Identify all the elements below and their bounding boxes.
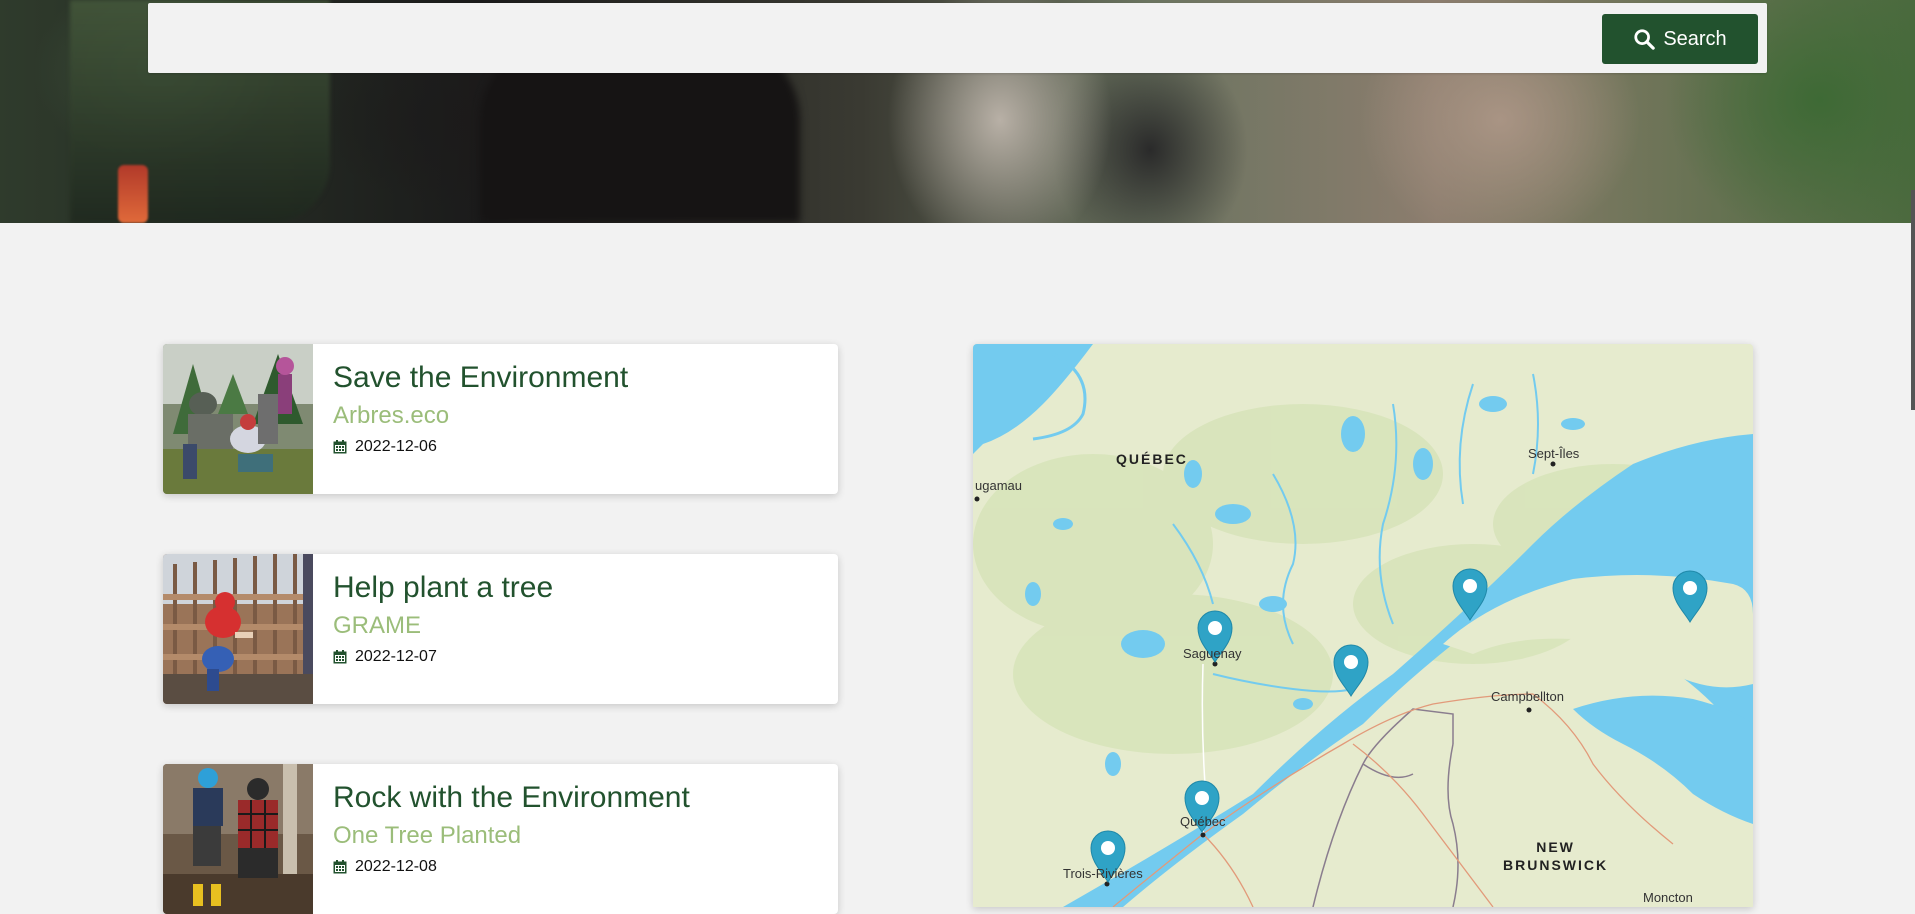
event-thumbnail (163, 764, 313, 914)
map-label-trois-rivieres: Trois-Rivières (1063, 866, 1143, 881)
event-thumbnail (163, 554, 313, 704)
event-date-text: 2022-12-06 (355, 438, 437, 455)
map-label-quebec-region: QUÉBEC (1116, 451, 1188, 467)
map-label-quebec-city: Québec (1180, 814, 1226, 829)
event-date: 2022-12-07 (333, 648, 828, 666)
map-label-new-brunswick-line1: NEW (1536, 839, 1575, 855)
map-label-new-brunswick: NEW BRUNSWICK (1503, 838, 1608, 874)
event-title[interactable]: Rock with the Environment (333, 778, 828, 818)
search-icon (1634, 29, 1656, 50)
map-label-saguenay: Saguenay (1183, 646, 1242, 661)
event-date-text: 2022-12-08 (355, 858, 437, 875)
search-bar: Search (148, 3, 1767, 73)
map-canvas[interactable] (973, 344, 1753, 907)
event-organization: One Tree Planted (333, 822, 522, 849)
search-button-label: Search (1663, 27, 1727, 50)
event-card[interactable]: Save the Environment Arbres.eco 2022-12-… (163, 344, 838, 494)
map-label-new-brunswick-line2: BRUNSWICK (1503, 857, 1609, 873)
map-label-sept-iles: Sept-Îles (1528, 446, 1580, 461)
map-label-moncton: Moncton (1643, 890, 1693, 905)
map-label-chibougamau: ugamau (975, 478, 1022, 493)
event-title[interactable]: Save the Environment (333, 358, 828, 398)
event-title[interactable]: Help plant a tree (333, 568, 828, 608)
event-card[interactable]: Help plant a tree GRAME 2022-12-07 (163, 554, 838, 704)
search-button[interactable]: Search (1602, 14, 1758, 64)
calendar-icon (333, 860, 347, 874)
event-date: 2022-12-06 (333, 438, 828, 456)
event-organization: GRAME (333, 612, 422, 639)
calendar-icon (333, 440, 347, 454)
event-organization: Arbres.eco (333, 402, 450, 429)
event-card[interactable]: Rock with the Environment One Tree Plant… (163, 764, 838, 914)
map-label-campbellton: Campbellton (1491, 689, 1564, 704)
event-date: 2022-12-08 (333, 858, 828, 876)
calendar-icon (333, 650, 347, 664)
event-date-text: 2022-12-07 (355, 648, 437, 665)
search-input[interactable] (148, 3, 1588, 73)
page-scrollbar[interactable] (1911, 190, 1915, 410)
events-map[interactable]: QUÉBEC Sept-Îles ugamau Saguenay Campbel… (973, 344, 1753, 907)
hero-image-tool (118, 165, 148, 223)
event-thumbnail (163, 344, 313, 494)
